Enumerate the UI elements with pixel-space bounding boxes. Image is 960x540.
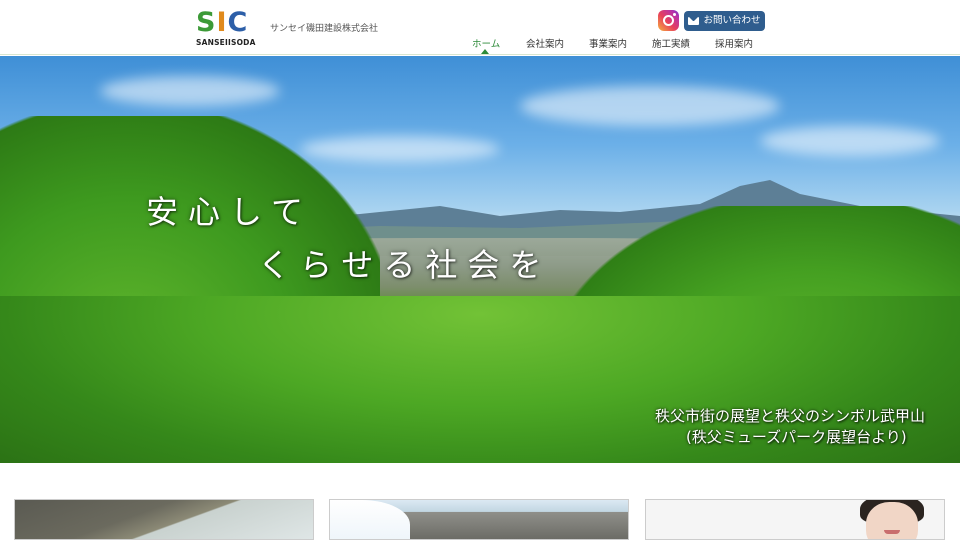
hero-caption-line2: (秩父ミューズパーク展望台より)	[686, 428, 907, 446]
nav-item-business[interactable]: 事業案内	[589, 36, 627, 50]
company-logo[interactable]: SIC SANSEIISODA	[196, 8, 262, 48]
nav-item-home[interactable]: ホーム	[472, 36, 500, 50]
mail-icon	[688, 17, 700, 25]
feature-card-image-1	[15, 500, 313, 539]
hero-headline-line1: 安心して	[146, 193, 314, 231]
hero-caption-line1: 秩父市街の展望と秩父のシンボル武甲山	[655, 407, 926, 425]
contact-button[interactable]: お問い合わせ	[684, 11, 765, 31]
hero-image: 安心して くらせる社会を 秩父市街の展望と秩父のシンボル武甲山 (秩父ミューズパ…	[0, 56, 960, 463]
logo-subtext: SANSEIISODA	[196, 38, 256, 47]
nav-item-recruit[interactable]: 採用案内	[715, 36, 753, 50]
feature-card-3[interactable]	[645, 499, 945, 540]
nav-item-works[interactable]: 施工実績	[652, 36, 690, 50]
nav-active-indicator	[481, 49, 489, 54]
feature-card-2[interactable]	[329, 499, 629, 540]
company-name: サンセイ磯田建設株式会社	[270, 24, 379, 34]
logo-mark: SIC	[196, 7, 249, 38]
feature-card-1[interactable]	[14, 499, 314, 540]
instagram-icon[interactable]	[658, 10, 679, 31]
feature-card-image-3	[646, 500, 944, 539]
nav-item-company[interactable]: 会社案内	[526, 36, 564, 50]
main-nav: ホーム 会社案内 事業案内 施工実績 採用案内	[460, 36, 760, 54]
site-header: SIC SANSEIISODA サンセイ磯田建設株式会社 お問い合わせ ホーム …	[0, 0, 960, 55]
hero-headline-line2: くらせる社会を	[258, 246, 552, 284]
feature-card-image-2	[330, 500, 628, 539]
contact-button-label: お問い合わせ	[703, 15, 761, 26]
